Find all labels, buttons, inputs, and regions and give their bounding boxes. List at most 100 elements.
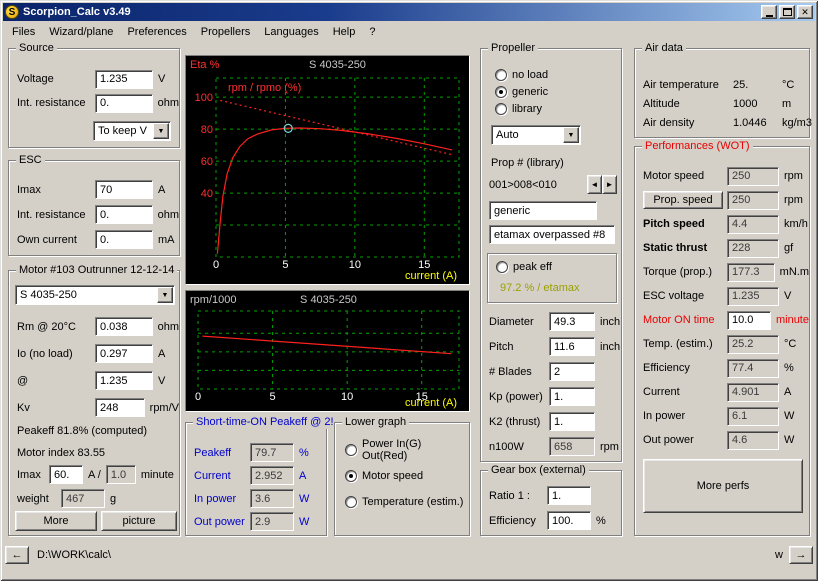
radio-peak-eff[interactable]: peak eff [496,261,552,273]
radio-temperature-estim[interactable]: Temperature (estim.) [345,489,469,515]
prop-speed-row: Prop. speed250rpm [635,188,809,212]
n100w-label: n100W [489,441,549,453]
item-label: @ [17,375,95,387]
maximize-button[interactable] [779,5,795,19]
int-resistance-value[interactable]: 0. [95,205,153,224]
ratio-1-value[interactable]: 1. [547,486,591,505]
blades-value[interactable]: 2 [549,362,595,381]
imax-unit: A [158,184,165,196]
source-mode-select[interactable]: To keep V ▼ [93,121,171,141]
menu-question[interactable]: ? [362,24,382,40]
combo-value: Auto [496,129,563,141]
air-data-group: Air data Air temperature25.°CAltitude100… [634,48,810,138]
motor-imax-mid-label: A / [88,469,101,481]
motor-on-time-label: Motor ON time [643,314,727,326]
menu-help[interactable]: Help [326,24,363,40]
air-temperature-label: Air temperature [643,79,733,91]
in-power-row: In power6.1W [635,404,809,428]
more-perfs-button[interactable]: More perfs [643,459,803,513]
pitch-label: Pitch [489,341,549,353]
radio-power-in-g-out-red[interactable]: Power In(G) Out(Red) [345,437,469,463]
svg-text:current (A): current (A) [405,397,457,409]
efficiency-value: 77.4 [727,359,779,378]
int-resistance-label: Int. resistance [17,209,95,221]
prop-name-input[interactable]: generic [489,201,597,220]
io-no-load-label: Io (no load) [17,348,95,360]
kp-power-row: Kp (power)1. [481,384,621,409]
prop-next-button[interactable]: ► [602,175,617,194]
menu-wizard-plane[interactable]: Wizard/plane [42,24,120,40]
n100w-value: 658 [549,437,595,456]
app-window: S Scorpion_Calc v3.49 ✕ Files Wizard/pla… [0,0,818,581]
combo-value: To keep V [98,125,153,137]
peakeff-value: 79.7 [250,443,294,462]
short-time-group: Short-time-ON Peakeff @ 2! Peakeff79.7%C… [185,422,327,536]
blades-row: # Blades2 [481,359,621,384]
rm-20-c-value[interactable]: 0.038 [95,317,153,336]
voltage-value[interactable]: 1.235 [95,70,153,89]
menu-preferences[interactable]: Preferences [120,24,193,40]
menu-propellers[interactable]: Propellers [194,24,258,40]
svg-text:0: 0 [213,259,219,271]
scroll-right-button[interactable]: → [789,546,813,564]
scroll-left-button[interactable]: ← [5,546,29,564]
rm-20-c-unit: ohm [158,321,179,333]
picture-button[interactable]: picture [101,511,177,531]
int-resistance-row: Int. resistance0.ohm [9,91,179,115]
menu-files[interactable]: Files [5,24,42,40]
out-power-label: Out power [643,434,727,446]
radio-generic[interactable]: generic [495,83,548,100]
prop-prev-button[interactable]: ◄ [587,175,602,194]
io-no-load-value[interactable]: 0.297 [95,344,153,363]
imax-value[interactable]: 70 [95,180,153,199]
diameter-value[interactable]: 49.3 [549,312,595,331]
pitch-row: Pitch11.6inch [481,334,621,359]
air-data-rows: Air temperature25.°CAltitude1000mAir den… [635,75,809,132]
lower-graph-options: Power In(G) Out(Red)Motor speedTemperatu… [345,437,469,515]
int-resistance-value[interactable]: 0. [95,94,153,113]
svg-text:5: 5 [282,259,288,271]
kp-power-value[interactable]: 1. [549,387,595,406]
svg-text:S 4035-250: S 4035-250 [300,294,357,306]
chevron-down-icon: ▼ [153,123,169,139]
more-button[interactable]: More [15,511,97,531]
close-button[interactable]: ✕ [797,5,813,19]
pitch-speed-unit: km/h [784,218,808,230]
motor-on-time-value[interactable]: 10.0 [727,311,771,330]
rm-20-c-label: Rm @ 20°C [17,321,95,333]
svg-text:rpm / rpmo (%): rpm / rpmo (%) [228,82,301,94]
motor-model-select[interactable]: S 4035-250 ▼ [15,285,175,305]
radio-motor-speed[interactable]: Motor speed [345,463,469,489]
propeller-group-title: Propeller [488,42,538,55]
svg-text:Eta %: Eta % [190,59,220,71]
voltage-unit: V [158,73,165,85]
prop-speed-button[interactable]: Prop. speed [643,191,723,209]
current-label: Current [194,470,250,482]
pitch-speed-label: Pitch speed [643,218,727,230]
status-path: D:\WORK\calc\ [37,549,111,561]
radio-icon [345,444,357,456]
k2-thrust-value[interactable]: 1. [549,412,595,431]
motor-imax-label: Imax [17,469,49,481]
own-current-value[interactable]: 0. [95,230,153,249]
in-power-label: In power [194,493,250,505]
diameter-row: Diameter49.3inch [481,309,621,334]
item-value[interactable]: 1.235 [95,371,153,390]
radio-no-load[interactable]: no load [495,66,548,83]
motor-speed-label: Motor speed [643,170,727,182]
menu-languages[interactable]: Languages [257,24,325,40]
minimize-button[interactable] [761,5,777,19]
kv-value[interactable]: 248 [95,398,145,417]
radio-icon [345,496,357,508]
svg-text:60: 60 [201,156,213,168]
prop-status-input[interactable]: etamax overpassed #8 [489,225,615,244]
int-resistance-unit: ohm [158,209,179,221]
prop-auto-select[interactable]: Auto ▼ [491,125,581,145]
titlebar[interactable]: S Scorpion_Calc v3.49 ✕ [3,3,815,21]
source-group: Source Voltage1.235VInt. resistance0.ohm… [8,48,180,148]
own-current-row: Own current0.mA [9,227,179,252]
efficiency-value[interactable]: 100. [547,511,591,530]
pitch-value[interactable]: 11.6 [549,337,595,356]
motor-imax-value[interactable]: 60. [49,465,83,484]
radio-library[interactable]: library [495,100,548,117]
